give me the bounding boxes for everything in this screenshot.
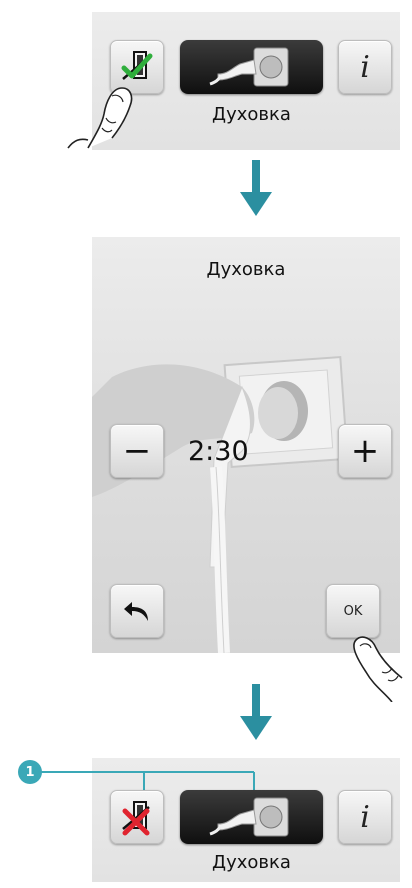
plus-icon: + <box>350 431 380 471</box>
device-label: Духовка <box>212 104 291 125</box>
arrow-down-icon <box>240 684 272 740</box>
socket-disabled-icon <box>122 801 150 836</box>
info-button[interactable]: i <box>338 790 392 844</box>
back-button[interactable] <box>110 584 164 638</box>
minus-icon: − <box>122 431 152 471</box>
hand-pointer-icon <box>67 87 133 149</box>
info-icon: i <box>360 49 370 85</box>
info-button[interactable]: i <box>338 40 392 94</box>
device-label: Духовка <box>212 852 291 873</box>
screen-title: Духовка <box>206 259 286 280</box>
callout-number: 1 <box>18 760 42 784</box>
arrow-down-icon <box>240 160 272 216</box>
timer-value: 2:30 <box>188 436 249 467</box>
device-button-oven[interactable] <box>180 790 323 844</box>
info-icon: i <box>360 799 370 835</box>
hand-pointer-icon <box>353 636 403 702</box>
plus-button[interactable]: + <box>338 424 392 478</box>
device-button-oven[interactable] <box>180 40 323 94</box>
plug-socket-icon <box>209 797 288 837</box>
minus-button[interactable]: − <box>110 424 164 478</box>
plug-socket-icon <box>209 47 288 87</box>
back-arrow-icon <box>124 602 148 621</box>
enable-toggle-button[interactable] <box>110 790 164 844</box>
